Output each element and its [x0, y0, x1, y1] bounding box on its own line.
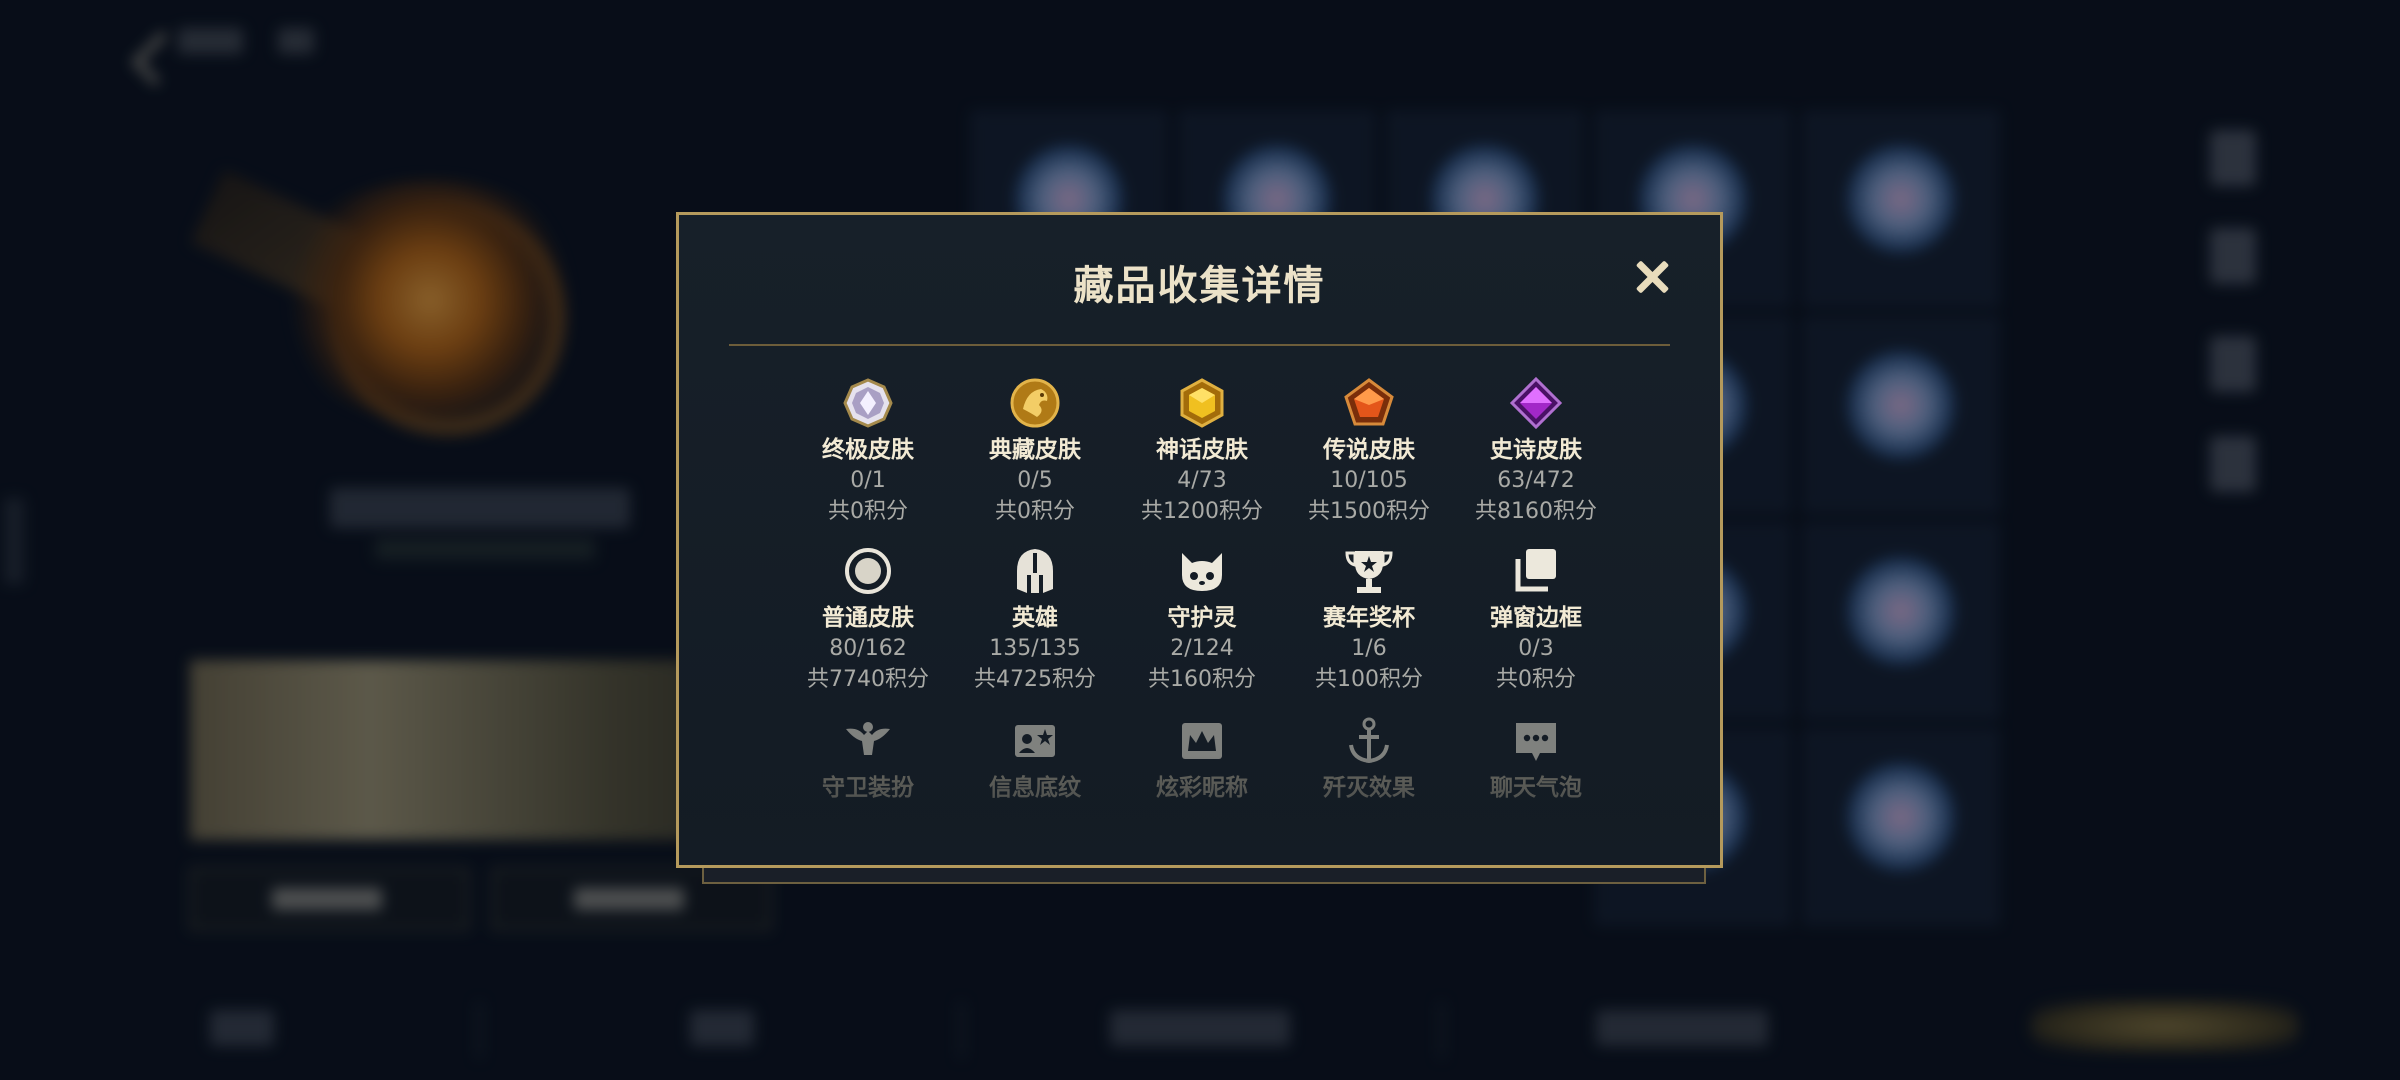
epic-skin-gem-icon — [1509, 376, 1563, 430]
ultimate-skin-gem-icon — [842, 377, 894, 429]
stat-points: 共4725积分 — [974, 667, 1096, 692]
stat-count: 10/105 — [1330, 468, 1408, 493]
stat-guard-costume[interactable]: 守卫装扮 — [784, 715, 952, 803]
stat-name: 英雄 — [1012, 605, 1058, 631]
stat-epic-skin[interactable]: 史诗皮肤 63/472 共8160积分 — [1452, 376, 1620, 527]
stat-points: 共7740积分 — [807, 667, 929, 692]
kill-effect-icon — [1343, 715, 1395, 767]
stat-kill-effect[interactable]: 歼灭效果 — [1285, 715, 1453, 803]
stat-points: 共1500积分 — [1308, 499, 1430, 524]
stat-normal-skin[interactable]: 普通皮肤 80/162 共7740积分 — [784, 545, 952, 695]
stat-name: 赛年奖杯 — [1323, 605, 1415, 631]
stat-treasure-skin[interactable]: 典藏皮肤 0/5 共0积分 — [951, 377, 1119, 527]
stat-count: 0/5 — [1017, 468, 1053, 493]
info-pattern-icon — [1009, 715, 1061, 767]
stat-legendary-skin[interactable]: 传说皮肤 10/105 共1500积分 — [1285, 377, 1453, 527]
stat-count: 1/6 — [1351, 636, 1387, 661]
stat-name: 守护灵 — [1167, 605, 1237, 631]
stat-popup-frame[interactable]: 弹窗边框 0/3 共0积分 — [1452, 545, 1620, 695]
stat-count: 63/472 — [1497, 468, 1575, 493]
chat-bubble-icon — [1510, 715, 1562, 767]
stat-ultimate-skin[interactable]: 终极皮肤 0/1 共0积分 — [784, 377, 952, 527]
stat-name: 终极皮肤 — [822, 437, 914, 463]
stat-count: 2/124 — [1170, 636, 1234, 661]
stat-colorful-nickname[interactable]: 炫彩昵称 — [1118, 715, 1286, 803]
stat-name: 炫彩昵称 — [1156, 775, 1248, 801]
stat-points: 共8160积分 — [1475, 499, 1597, 524]
treasure-skin-dragon-icon — [1009, 377, 1061, 429]
colorful-nickname-icon — [1176, 715, 1228, 767]
stat-name: 典藏皮肤 — [989, 437, 1081, 463]
dialog-title: 藏品收集详情 — [1073, 263, 1326, 309]
stat-count: 4/73 — [1177, 468, 1227, 493]
stat-name: 聊天气泡 — [1490, 775, 1582, 801]
stat-name: 神话皮肤 — [1156, 437, 1248, 463]
stat-count: 0/3 — [1518, 636, 1554, 661]
popup-frame-icon — [1510, 545, 1562, 597]
stat-points: 共0积分 — [1496, 667, 1576, 692]
stat-name: 歼灭效果 — [1323, 775, 1415, 801]
stat-count: 0/1 — [850, 468, 886, 493]
stat-points: 共1200积分 — [1141, 499, 1263, 524]
normal-skin-circle-icon — [842, 545, 894, 597]
stat-points: 共100积分 — [1315, 667, 1423, 692]
stat-count: 135/135 — [989, 636, 1081, 661]
stat-trophy[interactable]: 赛年奖杯 1/6 共100积分 — [1285, 545, 1453, 695]
stat-points: 共0积分 — [828, 499, 908, 524]
legendary-skin-gem-icon — [1343, 377, 1395, 429]
stat-name: 信息底纹 — [989, 775, 1081, 801]
guard-costume-icon — [842, 715, 894, 767]
stat-name: 史诗皮肤 — [1490, 437, 1582, 463]
stat-mythic-skin[interactable]: 神话皮肤 4/73 共1200积分 — [1118, 377, 1286, 527]
stat-points: 共0积分 — [995, 499, 1075, 524]
stat-hero[interactable]: 英雄 135/135 共4725积分 — [951, 545, 1119, 695]
stat-count: 80/162 — [829, 636, 907, 661]
collection-detail-dialog: 藏品收集详情 终极皮肤 0/1 共0积分 典藏皮肤 0/5 共0积分 神话皮肤 … — [676, 212, 1723, 868]
stat-guardian[interactable]: 守护灵 2/124 共160积分 — [1118, 545, 1286, 695]
title-divider — [729, 344, 1670, 346]
stat-name: 守卫装扮 — [822, 775, 914, 801]
mythic-skin-gem-icon — [1176, 377, 1228, 429]
stat-chat-bubble[interactable]: 聊天气泡 — [1452, 715, 1620, 803]
guardian-spirit-icon — [1176, 545, 1228, 597]
stat-name: 普通皮肤 — [822, 605, 914, 631]
stat-name: 传说皮肤 — [1323, 437, 1415, 463]
stat-points: 共160积分 — [1148, 667, 1256, 692]
close-icon[interactable] — [1632, 257, 1672, 297]
trophy-icon — [1343, 545, 1395, 597]
stat-info-pattern[interactable]: 信息底纹 — [951, 715, 1119, 803]
stat-name: 弹窗边框 — [1490, 605, 1582, 631]
hero-helmet-icon — [1009, 545, 1061, 597]
